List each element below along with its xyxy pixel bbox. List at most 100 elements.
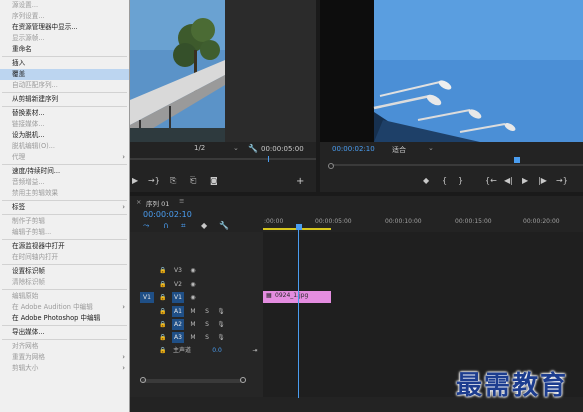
timeline-playhead-timecode[interactable]: 00:00:02:10 [143, 210, 192, 219]
lock-icon[interactable]: 🔒 [158, 345, 168, 356]
solo-button[interactable]: S [202, 319, 212, 330]
step-forward-icon[interactable]: ▶ [132, 176, 138, 185]
solo-button[interactable]: S [202, 332, 212, 343]
menu-item: 源设置... [0, 0, 129, 11]
zoom-fit-select[interactable]: 适合 [392, 145, 406, 155]
play-icon[interactable]: ▶ [522, 176, 528, 185]
track-label[interactable]: V3 [172, 265, 184, 276]
step-forward-icon[interactable]: |▶ [538, 176, 547, 185]
menu-item-label: 覆盖 [12, 70, 26, 78]
tab-sequence[interactable]: 序列 01 [146, 198, 169, 208]
add-marker-icon[interactable]: ◆ [201, 221, 207, 230]
scroll-handle-left[interactable] [140, 377, 146, 383]
menu-item[interactable]: 速度/持续时间... [0, 166, 129, 177]
menu-item-label: 制作子剪辑 [12, 217, 45, 225]
menu-item: 脱机编辑(O)... [0, 141, 129, 152]
go-to-out-icon[interactable]: →} [148, 176, 160, 185]
track-label[interactable]: A1 [172, 306, 184, 317]
lock-icon[interactable]: 🔒 [158, 265, 168, 276]
insert-icon[interactable]: ⎘ [170, 176, 176, 186]
mute-button[interactable]: M [188, 306, 198, 317]
menu-item[interactable]: 插入 [0, 58, 129, 69]
timeline-playhead-handle[interactable] [296, 224, 302, 230]
camera-icon[interactable]: ◙ [210, 176, 218, 185]
source-playhead[interactable] [268, 156, 269, 162]
chevron-right-icon: › [122, 353, 125, 361]
source-resolution-select[interactable]: 1/2 [194, 144, 205, 152]
lock-icon[interactable]: 🔒 [158, 279, 168, 290]
source-monitor-black-area [225, 0, 316, 142]
timeline-playhead-line[interactable] [298, 230, 299, 398]
menu-item[interactable]: 设为脱机... [0, 130, 129, 141]
eye-icon[interactable]: ◉ [188, 279, 198, 290]
lock-icon[interactable]: 🔒 [158, 319, 168, 330]
menu-item[interactable]: 导出媒体... [0, 327, 129, 338]
program-scrub-bar[interactable] [332, 164, 583, 166]
wrench-icon[interactable]: 🔧 [219, 221, 229, 230]
source-transport-controls: ▶ →} ⎘ ⎗ ◙ + [130, 176, 316, 188]
mark-out-icon[interactable]: } [458, 176, 463, 185]
menu-item[interactable]: 重命名 [0, 44, 129, 55]
menu-item[interactable]: 从剪辑新建序列 [0, 94, 129, 105]
track-label[interactable]: V1 [172, 292, 184, 303]
source-patch-v1[interactable]: V1 [140, 292, 154, 303]
mute-button[interactable]: M [188, 332, 198, 343]
source-monitor-controls-row: 1/2 ⌄ 🔧 00:00:05:00 [130, 144, 316, 154]
panel-menu-icon[interactable]: ≡ [179, 197, 184, 205]
menu-item-label: 链接媒体... [12, 120, 45, 128]
menu-item[interactable]: 在源监视器中打开 [0, 241, 129, 252]
snap-magnet-icon[interactable]: ∩ [163, 221, 169, 230]
linked-selection-icon[interactable]: ⌗ [181, 221, 186, 231]
lock-icon[interactable]: 🔒 [158, 332, 168, 343]
menu-item[interactable]: 覆盖 [0, 69, 129, 80]
menu-item-label: 替换素材... [12, 109, 45, 117]
chevron-down-icon[interactable]: ⌄ [233, 144, 239, 152]
menu-item-label: 在 Adobe Photoshop 中编辑 [12, 314, 101, 322]
track-label[interactable]: V2 [172, 279, 184, 290]
eye-icon[interactable]: ◉ [188, 265, 198, 276]
menu-item[interactable]: 标签 › [0, 202, 129, 213]
horizontal-zoom-scrollbar[interactable] [142, 379, 242, 383]
source-preview-image [130, 0, 225, 142]
go-to-out-icon[interactable]: →} [556, 176, 568, 185]
source-scrub-bar[interactable] [130, 158, 316, 160]
wrench-icon[interactable]: 🔧 [248, 144, 258, 153]
time-ruler[interactable]: :00:00 00:00:05:00 00:00:10:00 00:00:15:… [263, 206, 583, 232]
menu-item: 编辑子剪辑... [0, 227, 129, 238]
menu-item[interactable]: 在 Adobe Photoshop 中编辑 [0, 313, 129, 324]
menu-item[interactable]: 在资源管理器中显示... [0, 22, 129, 33]
close-icon[interactable]: × [136, 198, 141, 206]
track-label[interactable]: A3 [172, 332, 184, 343]
zoom-slider-handle[interactable] [328, 163, 334, 169]
program-playhead-timecode[interactable]: 00:00:02:10 [332, 145, 375, 153]
microphone-icon[interactable]: 🎙 [216, 319, 226, 330]
mute-button[interactable]: M [188, 319, 198, 330]
mark-in-icon[interactable]: { [442, 176, 447, 185]
eye-icon[interactable]: ◉ [188, 292, 198, 303]
menu-item-label: 标签 [12, 203, 26, 211]
microphone-icon[interactable]: 🎙 [216, 332, 226, 343]
nest-icon[interactable]: ⤳ [143, 221, 149, 231]
clip-name: 0924_1.jpg [275, 292, 309, 299]
chevron-down-icon[interactable]: ⌄ [428, 144, 434, 152]
track-label[interactable]: A2 [172, 319, 184, 330]
menu-item[interactable]: 替换素材... [0, 108, 129, 119]
scroll-handle-right[interactable] [240, 377, 246, 383]
mark-in-marker-icon[interactable]: ◆ [423, 176, 429, 185]
microphone-icon[interactable]: 🎙 [216, 306, 226, 317]
menu-item[interactable]: 设置标识帧 [0, 266, 129, 277]
overwrite-icon[interactable]: ⎗ [190, 176, 196, 186]
lock-icon[interactable]: 🔒 [158, 306, 168, 317]
menu-item-label: 插入 [12, 59, 26, 67]
menu-item-label: 速度/持续时间... [12, 167, 61, 175]
step-back-icon[interactable]: ◀| [504, 176, 513, 185]
go-to-in-icon[interactable]: {← [485, 176, 497, 185]
menu-item-label: 重置为网格 [12, 353, 45, 361]
solo-button[interactable]: S [202, 306, 212, 317]
go-to-end-icon[interactable]: ⇥ [250, 345, 260, 356]
timeline-clip[interactable]: ▦ 0924_1.jpg [263, 291, 331, 303]
lock-icon[interactable]: 🔒 [158, 292, 168, 303]
program-playhead[interactable] [514, 157, 520, 163]
master-volume-value[interactable]: 0.0 [210, 345, 224, 356]
add-button-icon[interactable]: + [296, 176, 304, 187]
